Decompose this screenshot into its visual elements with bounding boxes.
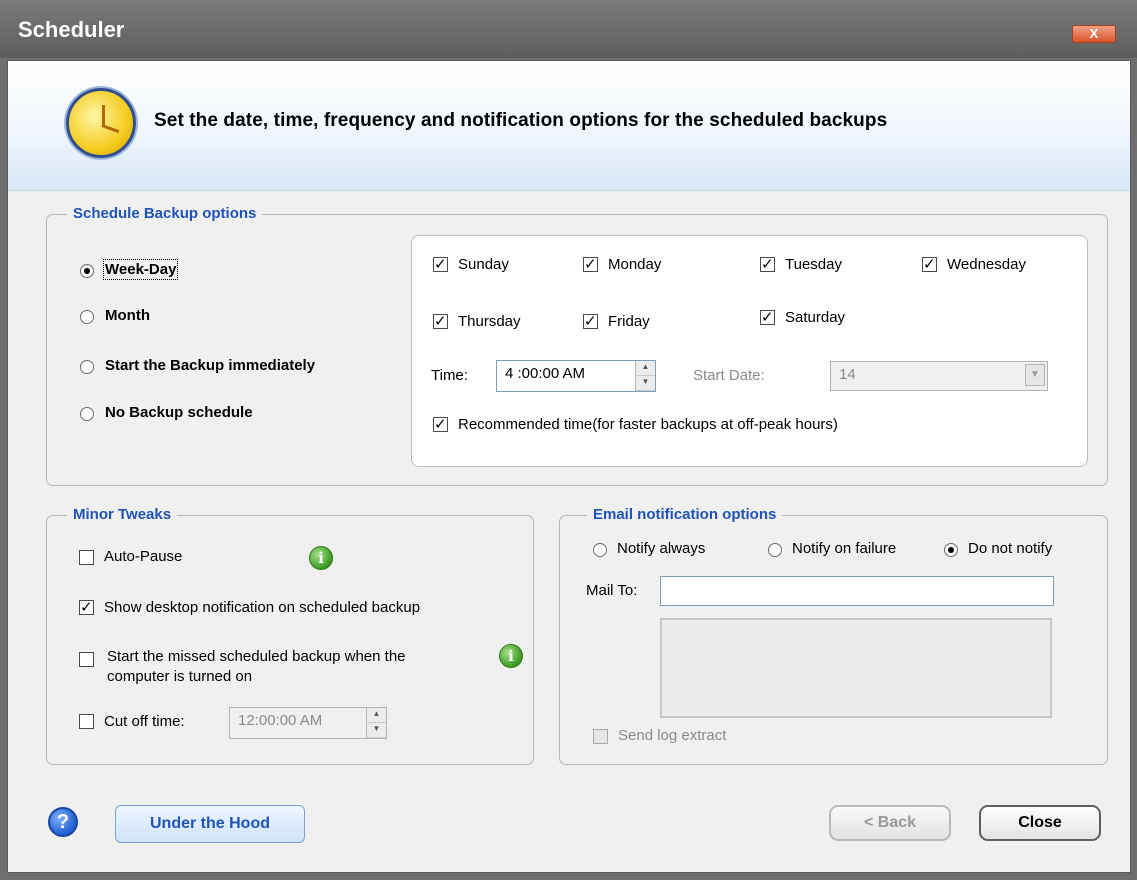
weekday-panel: Sunday Monday Tuesday Wednesday Thursday…: [411, 235, 1088, 467]
day-tuesday-label[interactable]: Tuesday: [785, 256, 842, 273]
send-log-checkbox[interactable]: [593, 729, 608, 744]
mode-immediate-radio[interactable]: [80, 360, 94, 374]
day-tuesday-checkbox[interactable]: [760, 255, 775, 273]
mail-to-input[interactable]: [660, 576, 1054, 606]
day-sunday-label[interactable]: Sunday: [458, 256, 509, 273]
time-label: Time:: [431, 367, 468, 384]
day-saturday-label[interactable]: Saturday: [785, 309, 845, 326]
start-date-label: Start Date:: [693, 367, 765, 384]
header-title: Set the date, time, frequency and notifi…: [154, 110, 888, 131]
mode-weekday-label[interactable]: Week-Day: [102, 259, 179, 280]
auto-pause-label[interactable]: Auto-Pause: [104, 548, 182, 565]
day-saturday-checkbox[interactable]: [760, 308, 775, 326]
mode-month-radio[interactable]: [80, 310, 94, 324]
mode-weekday-radio[interactable]: [80, 264, 94, 278]
cutoff-spinner[interactable]: ▲ ▼: [366, 708, 386, 738]
back-button[interactable]: < Back: [829, 805, 951, 841]
start-date-select[interactable]: 14 ▼: [830, 361, 1048, 391]
recommended-time-label[interactable]: Recommended time(for faster backups at o…: [458, 416, 838, 433]
day-monday-label[interactable]: Monday: [608, 256, 661, 273]
notify-always-radio[interactable]: [593, 543, 607, 557]
email-message-area[interactable]: [660, 618, 1052, 718]
start-date-value: 14: [839, 366, 856, 383]
missed-backup-label-line1[interactable]: Start the missed scheduled backup when t…: [107, 648, 406, 665]
day-friday-checkbox[interactable]: [583, 312, 598, 330]
notify-failure-label[interactable]: Notify on failure: [792, 540, 896, 557]
spin-down-icon[interactable]: ▼: [367, 723, 386, 738]
info-icon[interactable]: i: [309, 546, 333, 570]
cutoff-time-value: 12:00:00 AM: [238, 712, 323, 729]
missed-backup-label-line2[interactable]: computer is turned on: [107, 668, 252, 685]
notify-always-label[interactable]: Notify always: [617, 540, 705, 557]
dialog-body: Set the date, time, frequency and notifi…: [7, 60, 1131, 873]
notify-failure-radio[interactable]: [768, 543, 782, 557]
do-not-notify-radio[interactable]: [944, 543, 958, 557]
day-monday-checkbox[interactable]: [583, 255, 598, 273]
window-title: Scheduler: [18, 17, 125, 42]
schedule-options-legend: Schedule Backup options: [67, 205, 263, 222]
auto-pause-checkbox[interactable]: [79, 550, 94, 565]
under-the-hood-button[interactable]: Under the Hood: [115, 805, 305, 843]
do-not-notify-label[interactable]: Do not notify: [968, 540, 1052, 557]
recommended-time-checkbox[interactable]: [433, 415, 448, 433]
mode-none-label[interactable]: No Backup schedule: [105, 404, 253, 421]
header-banner: Set the date, time, frequency and notifi…: [8, 61, 1130, 191]
spin-up-icon[interactable]: ▲: [636, 361, 655, 376]
time-spinner[interactable]: ▲ ▼: [635, 361, 655, 391]
mail-to-label: Mail To:: [586, 582, 638, 599]
mode-month-label[interactable]: Month: [105, 307, 150, 324]
help-icon[interactable]: ?: [48, 807, 78, 837]
day-wednesday-checkbox[interactable]: [922, 255, 937, 273]
spin-down-icon[interactable]: ▼: [636, 376, 655, 391]
day-wednesday-label[interactable]: Wednesday: [947, 256, 1026, 273]
title-bar: Scheduler X: [0, 0, 1137, 58]
spin-up-icon[interactable]: ▲: [367, 708, 386, 723]
window-close-button[interactable]: X: [1072, 25, 1116, 43]
mode-none-radio[interactable]: [80, 407, 94, 421]
desktop-notification-checkbox[interactable]: [79, 598, 94, 616]
email-notification-legend: Email notification options: [587, 506, 783, 523]
cutoff-time-input[interactable]: 12:00:00 AM ▲ ▼: [229, 707, 387, 739]
chevron-down-icon[interactable]: ▼: [1025, 364, 1045, 386]
day-friday-label[interactable]: Friday: [608, 313, 650, 330]
minor-tweaks-group: Minor Tweaks Auto-Pause i Show desktop n…: [46, 506, 534, 765]
close-button[interactable]: Close: [979, 805, 1101, 841]
email-notification-group: Email notification options Notify always…: [559, 506, 1108, 765]
cutoff-time-checkbox[interactable]: [79, 714, 94, 729]
scheduler-window: Scheduler X Set the date, time, frequenc…: [0, 0, 1137, 880]
send-log-label[interactable]: Send log extract: [618, 727, 726, 744]
schedule-options-group: Schedule Backup options Week-Day Month S…: [46, 205, 1108, 486]
mode-immediate-label[interactable]: Start the Backup immediately: [105, 357, 315, 374]
desktop-notification-label[interactable]: Show desktop notification on scheduled b…: [104, 599, 420, 616]
day-thursday-label[interactable]: Thursday: [458, 313, 521, 330]
clock-icon: [66, 88, 136, 158]
time-value: 4 :00:00 AM: [505, 365, 586, 382]
minor-tweaks-legend: Minor Tweaks: [67, 506, 178, 523]
day-thursday-checkbox[interactable]: [433, 312, 448, 330]
missed-backup-checkbox[interactable]: [79, 652, 94, 667]
info-icon[interactable]: i: [499, 644, 523, 668]
cutoff-time-label[interactable]: Cut off time:: [104, 713, 185, 730]
time-input[interactable]: 4 :00:00 AM ▲ ▼: [496, 360, 656, 392]
day-sunday-checkbox[interactable]: [433, 255, 448, 273]
